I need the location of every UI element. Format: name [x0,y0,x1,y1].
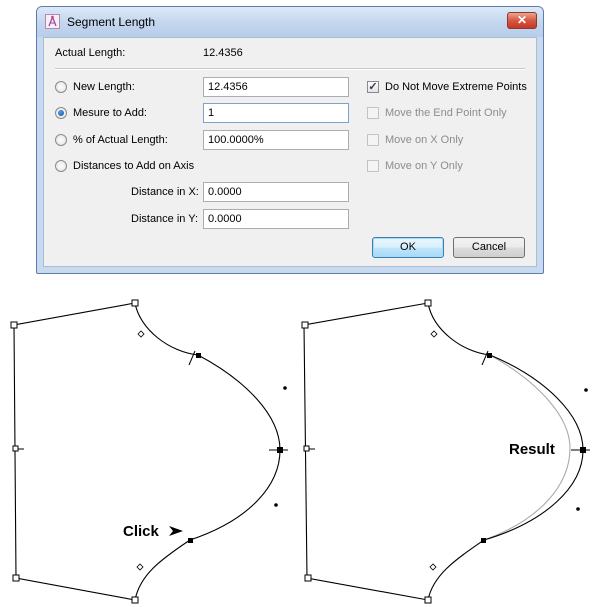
control-point[interactable] [481,538,486,543]
tangent-handle[interactable] [283,386,287,390]
control-point[interactable] [188,538,193,543]
control-point[interactable] [131,299,139,307]
tangent-handle[interactable] [274,503,278,507]
right-outline [303,302,429,601]
arrow-right-icon [169,526,183,536]
tangent-handle[interactable] [430,330,438,338]
control-point[interactable] [304,574,312,582]
result-annotation: Result [509,441,555,458]
pattern-figures: Click Result [10,299,590,604]
left-armhole-curve [134,302,281,601]
tangent-handle[interactable] [136,563,144,571]
tangent-handle[interactable] [576,507,580,511]
left-outline [13,302,136,601]
control-point[interactable] [12,445,19,452]
click-annotation: Click [123,523,160,540]
control-point[interactable] [12,574,20,582]
control-point[interactable] [301,321,309,329]
notch-mark [188,350,196,366]
control-point[interactable] [303,445,310,452]
control-point[interactable] [10,321,18,329]
control-point[interactable] [424,596,432,604]
control-point[interactable] [196,353,201,358]
result-curve [427,302,584,601]
tangent-handle[interactable] [429,563,437,571]
tangent-handle[interactable] [584,388,588,392]
control-point[interactable] [487,353,492,358]
control-point[interactable] [131,596,139,604]
control-point[interactable] [424,299,432,307]
tangent-handle[interactable] [137,330,145,338]
left-markers [10,299,288,604]
left-figure [13,302,281,601]
